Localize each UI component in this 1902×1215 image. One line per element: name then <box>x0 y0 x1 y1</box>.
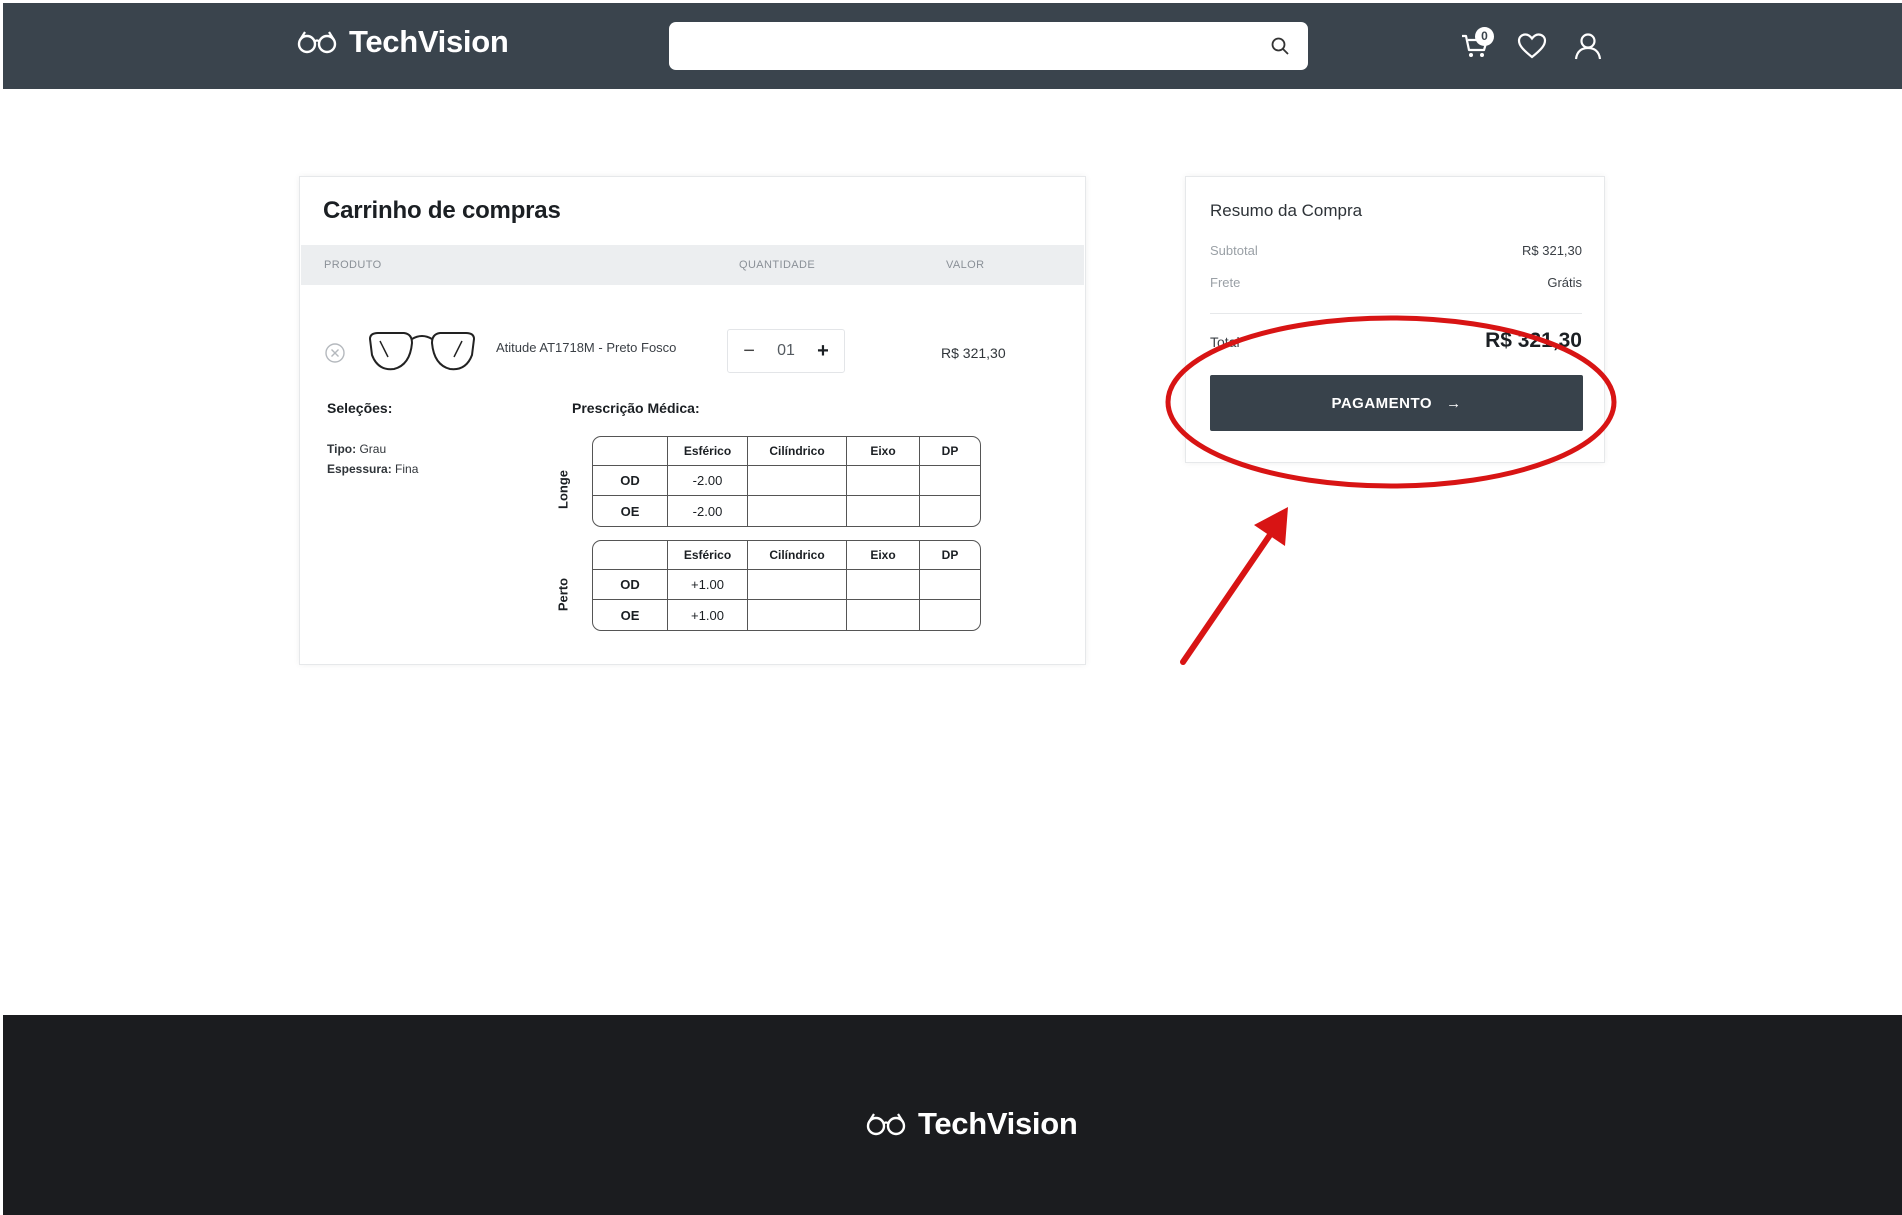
shipping-row: Frete Grátis <box>1210 275 1582 290</box>
prescription-far-label: Longe <box>555 470 571 509</box>
rx-header-empty <box>593 541 668 570</box>
rx-header: Esférico <box>668 437 748 466</box>
selection-type: Tipo: Grau <box>327 442 386 456</box>
order-summary-panel: Resumo da Compra Subtotal R$ 321,30 Fret… <box>1185 176 1605 463</box>
rx-esferico: +1.00 <box>668 600 748 630</box>
rx-dp <box>920 570 980 600</box>
rx-dp <box>920 466 980 496</box>
selection-thickness-value: Fina <box>395 462 419 476</box>
rx-eye: OE <box>593 600 668 630</box>
rx-row: OD +1.00 <box>593 570 980 600</box>
glasses-logo-icon <box>297 31 337 54</box>
rx-header: DP <box>920 541 980 570</box>
annotation-arrow-head <box>1254 507 1288 546</box>
remove-item-icon[interactable] <box>324 342 346 364</box>
product-name[interactable]: Atitude AT1718M - Preto Fosco <box>496 340 676 355</box>
item-price: R$ 321,30 <box>941 345 1006 361</box>
rx-row: OD -2.00 <box>593 466 980 496</box>
prescription-near-table: Esférico Cilíndrico Eixo DP OD +1.00 OE … <box>592 540 981 631</box>
summary-divider <box>1210 313 1582 314</box>
rx-esferico: -2.00 <box>668 466 748 496</box>
total-value: R$ 321,30 <box>1485 329 1582 352</box>
heart-icon[interactable] <box>1516 30 1548 62</box>
rx-esferico: +1.00 <box>668 570 748 600</box>
search-icon[interactable] <box>1270 36 1290 56</box>
selection-thickness-label: Espessura: <box>327 462 392 476</box>
prescription-far-table: Esférico Cilíndrico Eixo DP OD -2.00 OE … <box>592 436 981 527</box>
rx-row: OE +1.00 <box>593 600 980 630</box>
search-bar <box>669 22 1308 70</box>
rx-cilindrico <box>748 570 847 600</box>
rx-header: DP <box>920 437 980 466</box>
cart-title: Carrinho de compras <box>323 197 561 224</box>
shipping-value: Grátis <box>1547 275 1582 290</box>
total-row: Total R$ 321,30 <box>1210 329 1582 353</box>
rx-header-empty <box>593 437 668 466</box>
total-label: Total <box>1210 334 1240 350</box>
rx-cilindrico <box>748 466 847 496</box>
arrow-right-icon: → <box>1446 394 1462 412</box>
qty-decrease-button[interactable]: − <box>735 340 763 363</box>
product-glasses-image <box>368 332 476 371</box>
rx-dp <box>920 600 980 630</box>
prescription-near-label: Perto <box>555 577 571 612</box>
shopping-cart-panel: Carrinho de compras PRODUTO QUANTIDADE V… <box>299 176 1086 665</box>
subtotal-label: Subtotal <box>1210 243 1258 258</box>
rx-eixo <box>847 570 920 600</box>
rx-dp <box>920 496 980 526</box>
rx-eye: OD <box>593 466 668 496</box>
cart-column-header: PRODUTO QUANTIDADE VALOR <box>301 245 1084 285</box>
rx-cilindrico <box>748 600 847 630</box>
rx-header: Eixo <box>847 541 920 570</box>
selection-thickness: Espessura: Fina <box>327 462 418 476</box>
brand-logo[interactable]: TechVision <box>297 24 509 60</box>
rx-row: OE -2.00 <box>593 496 980 526</box>
rx-eye: OE <box>593 496 668 526</box>
rx-eye: OD <box>593 570 668 600</box>
user-icon[interactable] <box>1572 30 1604 62</box>
qty-increase-button[interactable]: + <box>809 340 837 363</box>
cart-count-badge: 0 <box>1475 27 1494 46</box>
quantity-stepper: − 01 + <box>727 329 845 373</box>
rx-eixo <box>847 600 920 630</box>
column-value: VALOR <box>946 259 985 271</box>
rx-cilindrico <box>748 496 847 526</box>
rx-header: Cilíndrico <box>748 437 847 466</box>
subtotal-row: Subtotal R$ 321,30 <box>1210 243 1582 258</box>
column-product: PRODUTO <box>324 259 382 271</box>
rx-eixo <box>847 466 920 496</box>
rx-header: Eixo <box>847 437 920 466</box>
annotation-arrow-shaft <box>1180 529 1275 665</box>
glasses-logo-icon <box>866 1113 906 1136</box>
subtotal-value: R$ 321,30 <box>1522 243 1582 258</box>
selections-title: Seleções: <box>327 400 393 416</box>
brand-name: TechVision <box>349 24 509 59</box>
rx-header: Cilíndrico <box>748 541 847 570</box>
summary-title: Resumo da Compra <box>1210 201 1363 220</box>
payment-button-label: PAGAMENTO <box>1331 394 1433 412</box>
rx-esferico: -2.00 <box>668 496 748 526</box>
selection-type-label: Tipo: <box>327 442 357 456</box>
footer-logo[interactable]: TechVision <box>866 1106 1078 1142</box>
shipping-label: Frete <box>1210 275 1241 290</box>
selection-type-value: Grau <box>359 442 387 456</box>
qty-value: 01 <box>777 342 795 359</box>
rx-eixo <box>847 496 920 526</box>
prescription-title: Prescrição Médica: <box>572 400 700 416</box>
payment-button[interactable]: PAGAMENTO → <box>1210 375 1583 431</box>
column-quantity: QUANTIDADE <box>739 259 816 271</box>
footer-brand-name: TechVision <box>918 1106 1078 1141</box>
rx-header: Esférico <box>668 541 748 570</box>
search-input[interactable] <box>669 22 1308 70</box>
